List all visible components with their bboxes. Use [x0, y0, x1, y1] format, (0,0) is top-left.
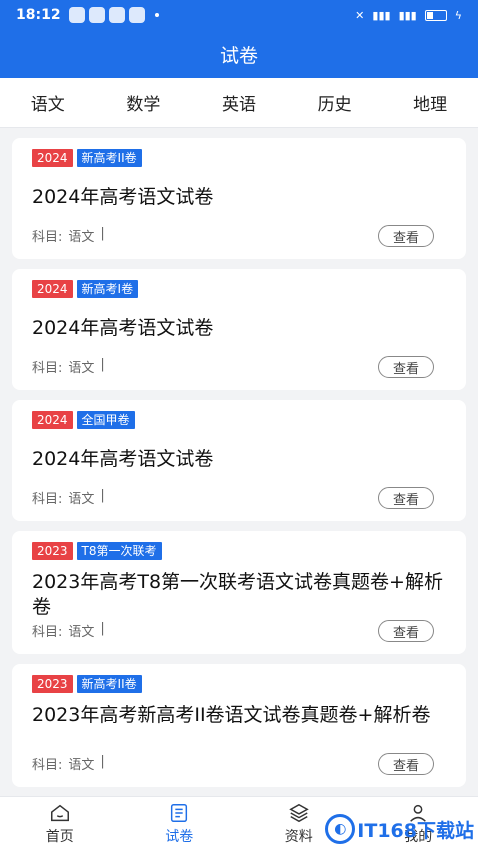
battery-icon [424, 9, 447, 21]
tab-subject[interactable]: 数学 [96, 78, 192, 127]
subject-tabs: 语文 数学 英语 历史 地理 [0, 78, 478, 128]
charging-icon: ϟ [454, 8, 462, 22]
tab-subject[interactable]: 英语 [191, 78, 287, 127]
nav-home[interactable]: 首页 [0, 797, 120, 850]
notification-icons [68, 7, 159, 23]
app-notification-icon [128, 7, 145, 23]
subject-label: 科目: [32, 758, 63, 773]
system-icons: ✕ ▮▮▮ ▮▮▮ ϟ [355, 9, 462, 22]
paper-card[interactable]: 2023 新高考II卷 2023年高考新高考II卷语文试卷真题卷+解析卷 科目: 语… [12, 664, 466, 787]
meta-separator: | [100, 226, 105, 241]
subject-label: 科目: [32, 492, 63, 507]
paper-card[interactable]: 2024 全国甲卷 2024年高考语文试卷 科目: 语文 | 查看 [12, 400, 466, 521]
subject-label: 科目: [32, 625, 63, 640]
paper-card[interactable]: 2023 T8第一次联考 2023年高考T8第一次联考语文试卷真题卷+解析卷 科目… [12, 531, 466, 654]
app-notification-icon [68, 7, 85, 23]
nav-label: 试卷 [165, 828, 194, 845]
exam-type-tag: 全国甲卷 [76, 411, 135, 429]
meta-separator: | [100, 754, 105, 769]
year-tag: 2024 [32, 411, 73, 429]
paper-title: 2024年高考语文试卷 [32, 186, 214, 208]
subject-value: 语文 [68, 361, 95, 376]
paper-list: 2024 新高考II卷 2024年高考语文试卷 科目: 语文 | 查看 2024 新高考… [0, 128, 478, 787]
year-tag: 2023 [32, 542, 73, 560]
subject-value: 语文 [68, 625, 95, 640]
paper-title: 2024年高考语文试卷 [32, 448, 214, 470]
paper-card[interactable]: 2024 新高考II卷 2024年高考语文试卷 科目: 语文 | 查看 [12, 138, 466, 259]
tab-subject[interactable]: 历史 [287, 78, 383, 127]
year-tag: 2024 [32, 280, 73, 298]
meta-separator: | [100, 488, 105, 503]
paper-icon [171, 803, 188, 822]
signal-icon: ▮▮▮ [398, 8, 417, 22]
exam-type-tag: 新高考II卷 [76, 675, 142, 693]
paper-title: 2023年高考T8第一次联考语文试卷真题卷+解析卷 [32, 571, 443, 618]
nav-label: 资料 [284, 828, 313, 845]
subject-value: 语文 [68, 230, 95, 245]
subject-label: 科目: [32, 361, 63, 376]
view-button[interactable]: 查看 [378, 620, 434, 642]
meta-separator: | [100, 621, 105, 636]
exam-type-tag: 新高考I卷 [76, 280, 139, 298]
view-button[interactable]: 查看 [378, 753, 434, 775]
watermark-ring-icon: ◐ [325, 814, 356, 844]
watermark-logo: ◐ IT168下载站 [325, 814, 474, 844]
paper-card[interactable]: 2024 新高考I卷 2024年高考语文试卷 科目: 语文 | 查看 [12, 269, 466, 390]
paper-title: 2023年高考新高考II卷语文试卷真题卷+解析卷 [32, 704, 431, 726]
subject-value: 语文 [68, 758, 95, 773]
watermark-text: IT168下载站 [357, 819, 474, 842]
view-button[interactable]: 查看 [378, 356, 434, 378]
tab-subject[interactable]: 语文 [0, 78, 96, 127]
tab-subject[interactable]: 地理 [382, 78, 478, 127]
silent-icon: ✕ [355, 8, 365, 22]
view-button[interactable]: 查看 [378, 225, 434, 247]
app-notification-icon [88, 7, 105, 23]
status-time: 18:12 [16, 7, 61, 23]
subject-value: 语文 [68, 492, 95, 507]
exam-type-tag: T8第一次联考 [76, 542, 162, 560]
nav-papers[interactable]: 试卷 [120, 797, 240, 850]
exam-type-tag: 新高考II卷 [76, 149, 142, 167]
year-tag: 2024 [32, 149, 73, 167]
signal-icon: ▮▮▮ [372, 8, 391, 22]
view-button[interactable]: 查看 [378, 487, 434, 509]
page-title: 试卷 [0, 30, 478, 78]
nav-label: 首页 [45, 828, 74, 845]
meta-separator: | [100, 357, 105, 372]
home-icon [50, 804, 69, 821]
status-bar: 18:12 ✕ ▮▮▮ ▮▮▮ ϟ [0, 0, 478, 30]
paper-title: 2024年高考语文试卷 [32, 317, 214, 339]
app-notification-icon [108, 7, 125, 23]
year-tag: 2023 [32, 675, 73, 693]
layers-icon [288, 803, 309, 822]
subject-label: 科目: [32, 230, 63, 245]
more-dot-icon [154, 13, 159, 17]
